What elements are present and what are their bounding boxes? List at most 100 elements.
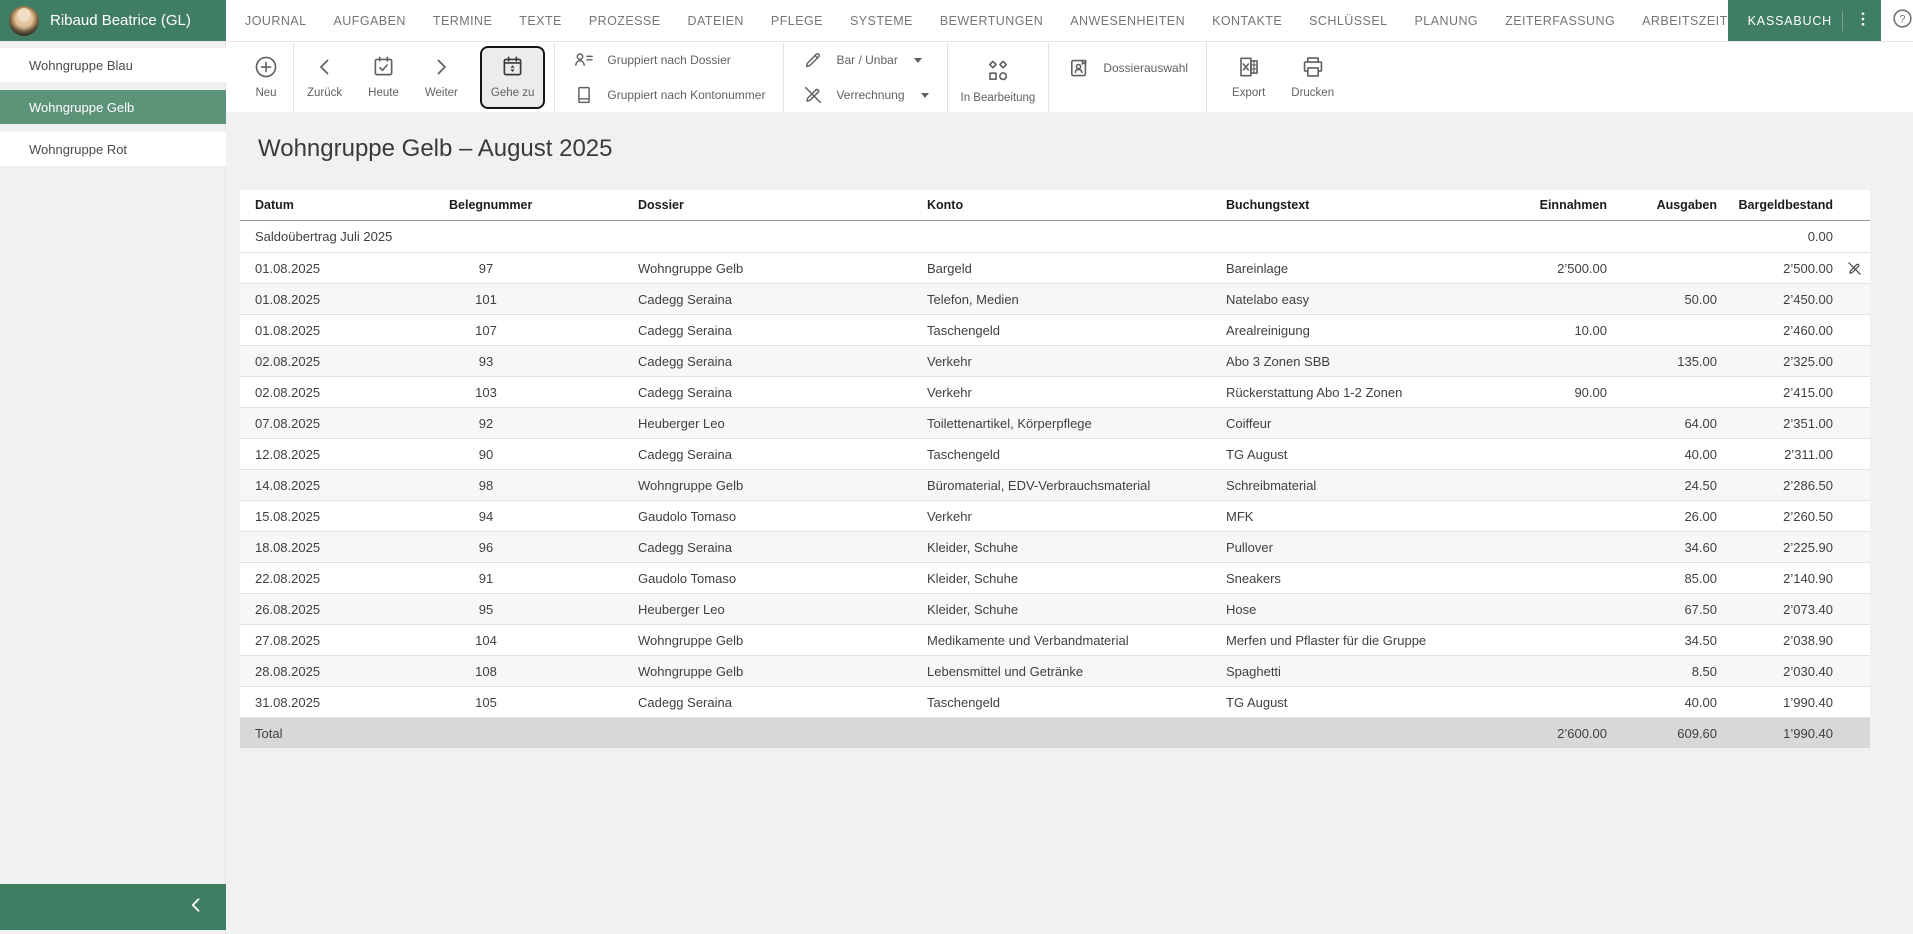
- sidebar-collapse-button[interactable]: [0, 884, 226, 930]
- badge-person-icon: [1067, 56, 1091, 80]
- dossier-select-label: Dossierauswahl: [1103, 61, 1188, 75]
- table-row[interactable]: 28.08.2025108Wohngruppe GelbLebensmittel…: [240, 655, 1870, 686]
- nav-item-systeme[interactable]: SYSTEME: [850, 14, 913, 28]
- kebab-menu-icon[interactable]: [1853, 9, 1873, 32]
- cell-einnahmen: 2’500.00: [1530, 261, 1612, 276]
- cell-konto: Taschengeld: [912, 447, 1211, 462]
- nav-item-kontakte[interactable]: KONTAKTE: [1212, 14, 1282, 28]
- header-cell-konto: Konto: [912, 198, 1211, 212]
- cell-bestand: 2’450.00: [1722, 292, 1838, 307]
- chevron-right-icon: [429, 53, 453, 80]
- bar-unbar-label: Bar / Unbar: [836, 53, 897, 67]
- cell-text: Merfen und Pflaster für die Gruppe: [1211, 633, 1530, 648]
- today-label: Heute: [368, 87, 399, 99]
- no-settlement-icon[interactable]: [1838, 260, 1870, 277]
- sidebar-item-wohngruppe-blau[interactable]: Wohngruppe Blau: [0, 48, 226, 82]
- cell-konto: Büromaterial, EDV-Verbrauchsmaterial: [912, 478, 1211, 493]
- cell-ausgaben: 40.00: [1612, 447, 1722, 462]
- in-progress-button[interactable]: In Bearbeitung: [948, 43, 1049, 112]
- table-row[interactable]: 07.08.202592Heuberger LeoToilettenartike…: [240, 407, 1870, 438]
- nav-item-zeiterfassung[interactable]: ZEITERFASSUNG: [1505, 14, 1615, 28]
- plus-circle-icon: [253, 53, 279, 80]
- nav-item-texte[interactable]: TEXTE: [519, 14, 562, 28]
- group-by-account-button[interactable]: Gruppiert nach Kontonummer: [573, 84, 765, 106]
- cell-konto: Telefon, Medien: [912, 292, 1211, 307]
- main-content: Wohngruppe Gelb – August 2025 DatumBeleg…: [226, 112, 1913, 934]
- table-row[interactable]: 15.08.202594Gaudolo TomasoVerkehrMFK26.0…: [240, 500, 1870, 531]
- nav-item-pflege[interactable]: PFLEGE: [771, 14, 823, 28]
- cell-bestand: 2’460.00: [1722, 323, 1838, 338]
- cell-datum: 14.08.2025: [240, 478, 434, 493]
- header-cell-text: Buchungstext: [1211, 198, 1530, 212]
- nav-item-schlüssel[interactable]: SCHLÜSSEL: [1309, 14, 1387, 28]
- table-row[interactable]: 02.08.202593Cadegg SerainaVerkehrAbo 3 Z…: [240, 345, 1870, 376]
- user-name: Ribaud Beatrice (GL): [50, 12, 191, 29]
- nav-item-planung[interactable]: PLANUNG: [1415, 14, 1479, 28]
- table-row[interactable]: 02.08.2025103Cadegg SerainaVerkehrRücker…: [240, 376, 1870, 407]
- nav-item-termine[interactable]: TERMINE: [433, 14, 492, 28]
- cell-text: TG August: [1211, 695, 1530, 710]
- goto-button[interactable]: Gehe zu: [480, 46, 545, 109]
- pen-icon: [802, 49, 824, 71]
- pen-crossed-icon: [802, 84, 824, 106]
- table-row[interactable]: 14.08.202598Wohngruppe GelbBüromaterial,…: [240, 469, 1870, 500]
- table-row[interactable]: 26.08.202595Heuberger LeoKleider, Schuhe…: [240, 593, 1870, 624]
- dossier-select-button[interactable]: Dossierauswahl: [1049, 56, 1206, 80]
- ledger-table: DatumBelegnummerDossierKontoBuchungstext…: [240, 190, 1870, 748]
- person-list-icon: [573, 49, 595, 71]
- cell-datum: Saldoübertrag Juli 2025: [240, 229, 434, 244]
- sidebar-item-wohngruppe-gelb[interactable]: Wohngruppe Gelb: [0, 90, 226, 124]
- nav-item-aufgaben[interactable]: AUFGABEN: [334, 14, 406, 28]
- cell-text: Arealreinigung: [1211, 323, 1530, 338]
- group-by-dossier-button[interactable]: Gruppiert nach Dossier: [573, 49, 765, 71]
- bar-unbar-dropdown[interactable]: Bar / Unbar: [802, 49, 928, 71]
- cell-einnahmen: 10.00: [1530, 323, 1612, 338]
- table-row[interactable]: 27.08.2025104Wohngruppe GelbMedikamente …: [240, 624, 1870, 655]
- cell-text: Spaghetti: [1211, 664, 1530, 679]
- table-row[interactable]: 01.08.2025101Cadegg SerainaTelefon, Medi…: [240, 283, 1870, 314]
- cell-datum: 01.08.2025: [240, 261, 434, 276]
- table-row[interactable]: 22.08.202591Gaudolo TomasoKleider, Schuh…: [240, 562, 1870, 593]
- toolbar: Neu Zurück Heute Weiter: [226, 43, 1913, 112]
- cell-text: Hose: [1211, 602, 1530, 617]
- back-button[interactable]: Zurück: [294, 43, 355, 112]
- table-row[interactable]: 31.08.2025105Cadegg SerainaTaschengeldTG…: [240, 686, 1870, 717]
- nav-item-prozesse[interactable]: PROZESSE: [589, 14, 661, 28]
- table-row[interactable]: 12.08.202590Cadegg SerainaTaschengeldTG …: [240, 438, 1870, 469]
- export-button[interactable]: Export: [1219, 43, 1278, 112]
- table-row[interactable]: 01.08.2025107Cadegg SerainaTaschengeldAr…: [240, 314, 1870, 345]
- current-user[interactable]: Ribaud Beatrice (GL): [0, 0, 226, 41]
- sidebar-item-wohngruppe-rot[interactable]: Wohngruppe Rot: [0, 132, 226, 166]
- cell-bestand: 1’990.40: [1722, 695, 1838, 710]
- nav-item-bewertungen[interactable]: BEWERTUNGEN: [940, 14, 1043, 28]
- nav-item-journal[interactable]: JOURNAL: [245, 14, 307, 28]
- table-header-row: DatumBelegnummerDossierKontoBuchungstext…: [240, 190, 1870, 221]
- kassabuch-button[interactable]: KASSABUCH: [1728, 0, 1881, 41]
- nav-item-arbeitszeit[interactable]: ARBEITSZEIT: [1642, 14, 1728, 28]
- export-label: Export: [1232, 87, 1265, 99]
- cell-dossier: Cadegg Seraina: [623, 354, 912, 369]
- cell-konto: Verkehr: [912, 509, 1211, 524]
- in-progress-label: In Bearbeitung: [961, 92, 1036, 104]
- today-button[interactable]: Heute: [355, 43, 412, 112]
- table-row[interactable]: 18.08.202596Cadegg SerainaKleider, Schuh…: [240, 531, 1870, 562]
- cell-bestand: 2’325.00: [1722, 354, 1838, 369]
- nav-item-anwesenheiten[interactable]: ANWESENHEITEN: [1070, 14, 1185, 28]
- verrechnung-dropdown[interactable]: Verrechnung: [802, 84, 928, 106]
- cell-text: Abo 3 Zonen SBB: [1211, 354, 1530, 369]
- new-button[interactable]: Neu: [239, 43, 293, 112]
- help-button[interactable]: ?: [1881, 0, 1913, 41]
- cell-konto: Bargeld: [912, 261, 1211, 276]
- cell-datum: 12.08.2025: [240, 447, 434, 462]
- nav-item-dateien[interactable]: DATEIEN: [688, 14, 744, 28]
- excel-icon: [1236, 53, 1262, 80]
- svg-text:?: ?: [1899, 13, 1905, 25]
- print-button[interactable]: Drucken: [1278, 43, 1347, 112]
- cell-beleg: 90: [434, 447, 623, 462]
- forward-button[interactable]: Weiter: [412, 43, 471, 112]
- cell-beleg: 97: [434, 261, 623, 276]
- cell-bestand: 2’286.50: [1722, 478, 1838, 493]
- calendar-check-icon: [371, 53, 396, 80]
- cell-bestand: 2’030.40: [1722, 664, 1838, 679]
- table-row[interactable]: 01.08.202597Wohngruppe GelbBargeldBarein…: [240, 252, 1870, 283]
